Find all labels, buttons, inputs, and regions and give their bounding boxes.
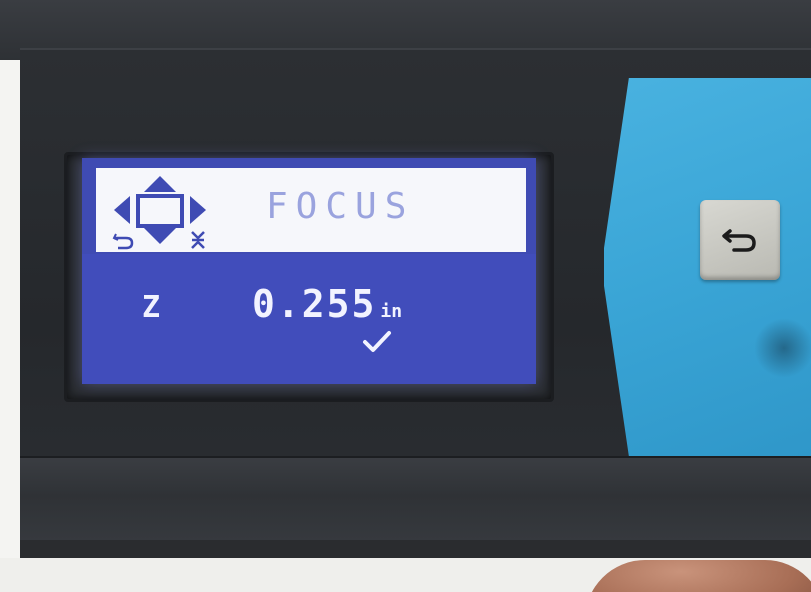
lcd-header-bar: FOCUS	[96, 168, 526, 252]
unit-label: in	[380, 301, 403, 322]
axis-label: Z	[142, 290, 161, 325]
directional-arrows-icon	[112, 176, 206, 250]
focus-value: 0.255	[252, 282, 377, 326]
screen-title: FOCUS	[266, 186, 415, 227]
lcd-screen: FOCUS Z 0.255 in	[82, 158, 536, 384]
return-arrow-icon	[722, 229, 756, 252]
value-row: 0.255 in	[252, 282, 402, 326]
panel-smudge	[754, 318, 811, 378]
device-photo: FOCUS Z 0.255 in	[0, 0, 811, 592]
device-bottom-trim	[20, 540, 811, 558]
device-lower-edge	[20, 456, 811, 553]
back-button[interactable]	[700, 200, 780, 280]
checkmark-icon	[363, 331, 391, 352]
finger	[585, 560, 811, 592]
lcd-value-area: Z 0.255 in	[82, 254, 536, 384]
